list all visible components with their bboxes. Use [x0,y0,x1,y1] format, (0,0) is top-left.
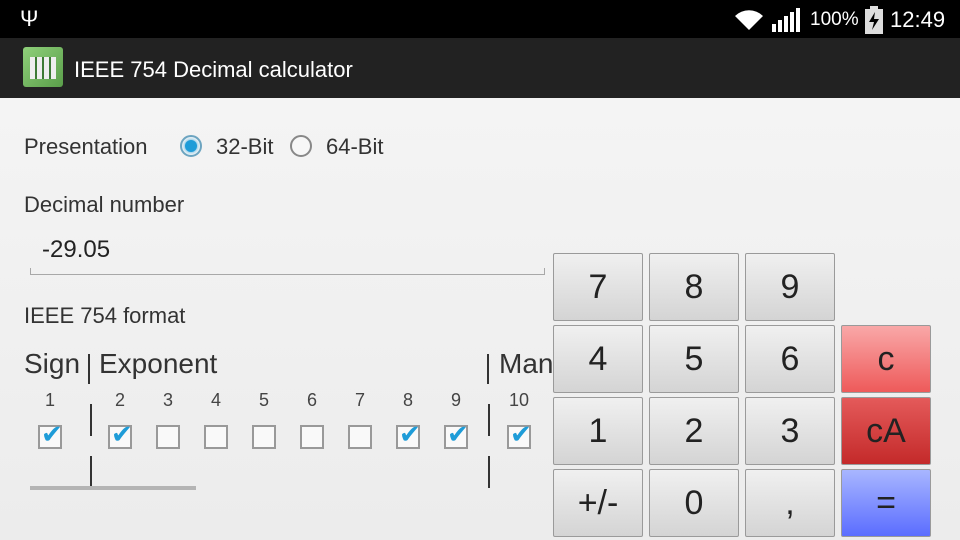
decimal-number-label: Decimal number [24,192,185,217]
bit-number: 5 [258,390,269,410]
checkmark-icon: ✔ [399,419,421,449]
sign-divider [90,404,92,436]
key-0[interactable]: 0 [649,469,739,537]
bit-number: 1 [44,390,55,410]
checkmark-icon: ✔ [510,419,532,449]
negate-button[interactable]: +/- [553,469,643,537]
clear-button[interactable]: c [841,325,931,393]
bit-number: 4 [210,390,221,410]
horizontal-scrollbar[interactable] [30,486,196,490]
key-3[interactable]: 3 [745,397,835,465]
wifi-icon [735,10,763,30]
action-bar: IEEE 754 Decimal calculator [0,38,960,98]
battery-charging-icon [865,6,883,34]
key-8[interactable]: 8 [649,253,739,321]
bit-checkbox[interactable]: ✔ [507,421,532,449]
key-9[interactable]: 9 [745,253,835,321]
radio-32-bit-label[interactable]: 32-Bit [216,134,273,160]
mantissa-header: Man [499,348,554,379]
bit-number: 6 [306,390,317,410]
radio-64-bit[interactable] [290,135,312,157]
bit-checkbox[interactable] [252,425,276,449]
ieee-format-label: IEEE 754 format [24,303,186,328]
battery-percent: 100% [810,9,859,30]
status-bar: Ψ 100% 12:49 [0,0,960,38]
bit-number: 8 [402,390,413,410]
key-6[interactable]: 6 [745,325,835,393]
bit-number: 7 [354,390,365,410]
presentation-label: Presentation [24,134,148,159]
decimal-separator-button[interactable]: , [745,469,835,537]
bit-number: 9 [450,390,461,410]
checkmark-icon: ✔ [41,419,63,449]
bit-checkbox[interactable] [156,425,180,449]
decimal-input-underline [30,268,545,275]
bit-number: 3 [162,390,173,410]
decimal-number-input[interactable]: -29.05 [42,236,110,264]
bit-checkbox[interactable]: ✔ [396,421,421,449]
bit-number: 2 [114,390,125,410]
exponent-divider-lower [488,456,490,488]
bit-checkbox[interactable] [348,425,372,449]
exponent-divider [488,404,490,436]
signal-icon [772,8,800,32]
radio-64-bit-label[interactable]: 64-Bit [326,134,383,160]
bit-checkbox[interactable]: ✔ [108,421,133,449]
checkmark-icon: ✔ [111,419,133,449]
key-2[interactable]: 2 [649,397,739,465]
bit-number: 10 [508,390,530,410]
exponent-header: Exponent [99,348,218,379]
checkmark-icon: ✔ [447,419,469,449]
key-7[interactable]: 7 [553,253,643,321]
bit-checkbox[interactable]: ✔ [38,421,63,449]
equals-button[interactable]: = [841,469,931,537]
key-4[interactable]: 4 [553,325,643,393]
radio-32-bit[interactable] [180,135,202,157]
exponent-separator [487,354,489,384]
clock: 12:49 [890,7,946,32]
usb-icon: Ψ [20,6,39,31]
bit-checkbox[interactable] [204,425,228,449]
sign-separator [88,354,90,384]
bit-checkbox[interactable] [300,425,324,449]
sign-header: Sign [24,348,81,379]
sign-divider-lower [90,456,92,488]
key-1[interactable]: 1 [553,397,643,465]
app-icon[interactable] [23,47,63,87]
app-title: IEEE 754 Decimal calculator [74,57,353,82]
bit-checkbox[interactable]: ✔ [444,421,469,449]
clear-all-button[interactable]: cA [841,397,931,465]
key-5[interactable]: 5 [649,325,739,393]
